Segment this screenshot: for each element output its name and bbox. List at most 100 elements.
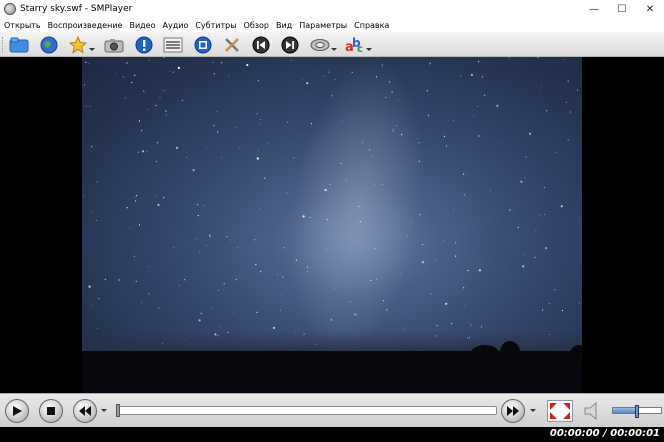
star (546, 110, 548, 112)
star (199, 251, 200, 253)
audio-track-dropdown-arrow[interactable] (331, 48, 337, 51)
star (146, 151, 148, 152)
star (131, 82, 133, 84)
close-button[interactable]: ✕ (636, 0, 664, 18)
star (501, 141, 503, 143)
star (184, 279, 186, 281)
star (287, 121, 289, 123)
star (216, 111, 218, 112)
star (129, 227, 130, 229)
star (212, 62, 214, 63)
star (543, 186, 545, 189)
toolbar-grip[interactable] (2, 37, 5, 53)
menu-playback[interactable]: Воспроизведение (48, 21, 123, 30)
previous-icon[interactable] (251, 35, 271, 55)
forward-dropdown-arrow[interactable] (530, 409, 536, 412)
rewind-button[interactable] (73, 399, 97, 423)
web-globe-icon[interactable] (39, 35, 59, 55)
menu-audio[interactable]: Аудио (163, 21, 189, 30)
star (196, 238, 198, 240)
star (542, 309, 544, 311)
star (421, 261, 424, 264)
star (126, 62, 128, 64)
star (396, 125, 398, 127)
star (351, 71, 353, 73)
menu-browse[interactable]: Обзор (244, 21, 269, 30)
star (148, 293, 150, 295)
star (209, 236, 211, 238)
star (156, 142, 158, 144)
favorites-star-icon[interactable] (68, 35, 88, 55)
video-frame[interactable] (82, 57, 582, 393)
star (213, 73, 215, 75)
menu-help[interactable]: Справка (354, 21, 389, 30)
star (478, 61, 480, 63)
star (418, 160, 420, 162)
star (436, 325, 438, 327)
star (564, 58, 566, 60)
star (286, 192, 288, 194)
subtitles-dropdown-arrow[interactable] (366, 48, 372, 51)
maximize-button[interactable]: ☐ (608, 0, 636, 18)
smplayer-logo-icon (4, 3, 16, 15)
star (374, 184, 376, 186)
screenshot-camera-icon[interactable] (104, 35, 124, 55)
star (221, 156, 222, 158)
menu-subtitles[interactable]: Субтитры (195, 21, 236, 30)
minimize-button[interactable]: — (580, 0, 608, 18)
volume-slider[interactable] (612, 405, 662, 418)
star (256, 113, 258, 115)
star (523, 253, 525, 255)
menu-options[interactable]: Параметры (299, 21, 347, 30)
star (293, 157, 295, 159)
volume-knob[interactable] (635, 405, 639, 418)
seek-bar[interactable] (116, 404, 497, 417)
favorites-dropdown-arrow[interactable] (89, 48, 95, 51)
audio-track-icon[interactable] (310, 35, 330, 55)
info-icon[interactable] (134, 35, 154, 55)
star (430, 293, 432, 295)
star (192, 169, 195, 172)
star (147, 109, 149, 110)
fullscreen-button[interactable] (547, 400, 573, 422)
star (211, 307, 213, 308)
star (525, 156, 527, 158)
star (206, 245, 207, 246)
star (541, 84, 542, 86)
star (221, 62, 223, 64)
star (397, 99, 399, 100)
star (392, 128, 394, 130)
star (509, 209, 511, 211)
open-folder-icon[interactable] (9, 35, 29, 55)
star (490, 190, 491, 191)
preferences-tools-icon[interactable] (222, 35, 242, 55)
star (329, 183, 331, 185)
star (155, 160, 157, 163)
star (158, 307, 160, 309)
star (83, 195, 84, 197)
play-button[interactable] (5, 399, 29, 423)
forward-button[interactable] (501, 399, 525, 423)
menu-view[interactable]: Вид (276, 21, 292, 30)
mute-button[interactable] (582, 401, 604, 421)
menu-video[interactable]: Видео (129, 21, 155, 30)
star (326, 219, 328, 221)
media-info-icon[interactable] (193, 35, 213, 55)
star (259, 208, 260, 209)
star (446, 145, 448, 147)
menu-open[interactable]: Открыть (4, 21, 41, 30)
subtitles-icon[interactable]: abc (345, 35, 365, 55)
star (359, 220, 361, 223)
star (421, 244, 424, 246)
rewind-dropdown-arrow[interactable] (101, 409, 107, 412)
next-icon[interactable] (280, 35, 300, 55)
stop-button[interactable] (39, 399, 63, 423)
video-area[interactable] (0, 57, 664, 393)
seek-handle[interactable] (116, 404, 120, 417)
playlist-icon[interactable] (163, 35, 183, 55)
star (537, 57, 539, 58)
star (309, 216, 311, 219)
star (331, 95, 333, 97)
star (453, 209, 454, 211)
star (561, 309, 563, 312)
